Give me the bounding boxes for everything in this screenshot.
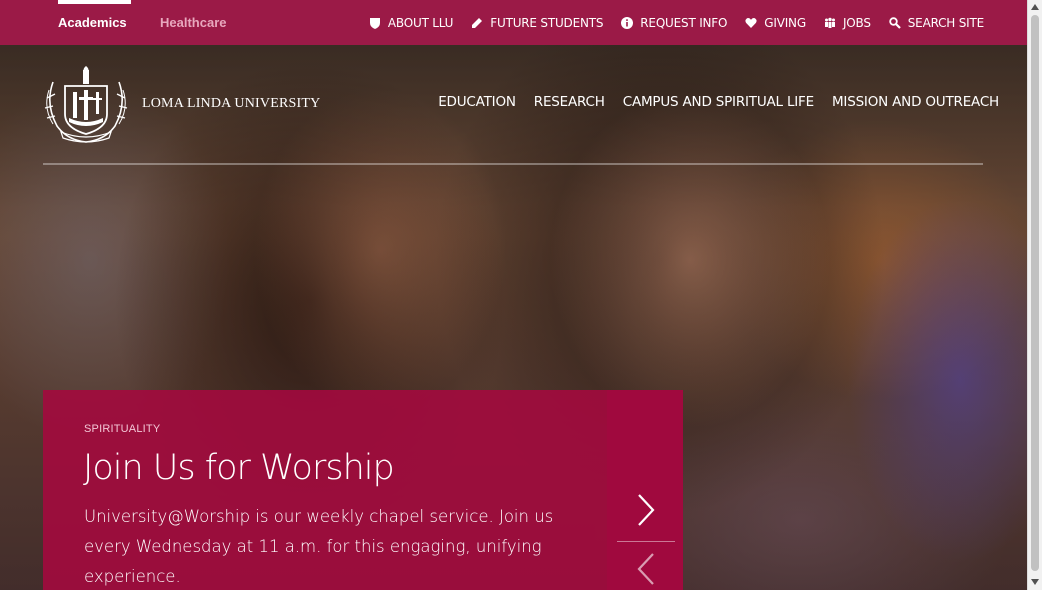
util-jobs[interactable]: JOBS (824, 16, 871, 30)
nav-research[interactable]: RESEARCH (534, 94, 605, 110)
tab-healthcare[interactable]: Healthcare (160, 0, 226, 45)
utility-nav: ABOUT LLU FUTURE STUDENTS REQUEST INFO G… (369, 0, 984, 45)
university-seal-icon (44, 66, 128, 143)
feature-category: SPIRITUALITY (84, 423, 161, 435)
scrollbar-thumb[interactable] (1031, 15, 1039, 571)
slider-divider (617, 541, 675, 542)
util-request-info-label: REQUEST INFO (640, 15, 728, 30)
shield-icon (369, 17, 380, 29)
util-search-site-label: SEARCH SITE (907, 15, 984, 30)
logo-wordmark: LOMA LINDA UNIVERSITY (142, 96, 321, 111)
nav-divider (43, 163, 983, 165)
prev-slide-button[interactable] (617, 552, 675, 590)
pencil-icon (472, 17, 483, 28)
feature-card[interactable]: SPIRITUALITY Join Us for Worship Univers… (43, 390, 607, 590)
site-logo[interactable]: LOMA LINDA UNIVERSITY (43, 64, 320, 144)
scroll-down-arrow-icon[interactable] (1031, 579, 1039, 585)
util-jobs-label: JOBS (842, 15, 871, 30)
util-search-site[interactable]: SEARCH SITE (889, 16, 984, 30)
vertical-scrollbar[interactable] (1027, 0, 1042, 590)
feature-description: University@Worship is our weekly chapel … (84, 507, 554, 586)
util-giving-label: GIVING (764, 15, 806, 30)
nav-campus-and-spiritual-life[interactable]: CAMPUS AND SPIRITUAL LIFE (623, 94, 814, 110)
tab-academics[interactable]: Academics (58, 0, 131, 45)
main-nav: EDUCATION RESEARCH CAMPUS AND SPIRITUAL … (438, 94, 999, 110)
util-request-info[interactable]: REQUEST INFO (621, 16, 727, 30)
nav-mission-and-outreach[interactable]: MISSION AND OUTREACH (832, 94, 999, 110)
people-icon (824, 17, 835, 28)
util-about-llu-label: ABOUT LLU (387, 15, 454, 30)
util-about-llu[interactable]: ABOUT LLU (369, 16, 453, 30)
nav-education[interactable]: EDUCATION (438, 94, 516, 110)
util-future-students[interactable]: FUTURE STUDENTS (471, 16, 603, 30)
info-icon (621, 16, 634, 29)
slider-controls (607, 390, 683, 590)
heart-icon (745, 17, 757, 28)
next-slide-button[interactable] (617, 480, 675, 540)
chevron-right-icon (638, 494, 655, 526)
util-giving[interactable]: GIVING (745, 16, 806, 30)
utility-bar: Academics Healthcare ABOUT LLU FUTURE ST… (0, 0, 1027, 45)
search-icon (889, 16, 901, 29)
feature-title[interactable]: Join Us for Worship (83, 448, 395, 488)
chevron-left-icon (637, 553, 654, 585)
scroll-up-arrow-icon[interactable] (1031, 4, 1039, 10)
util-future-students-label: FUTURE STUDENTS (490, 15, 604, 30)
